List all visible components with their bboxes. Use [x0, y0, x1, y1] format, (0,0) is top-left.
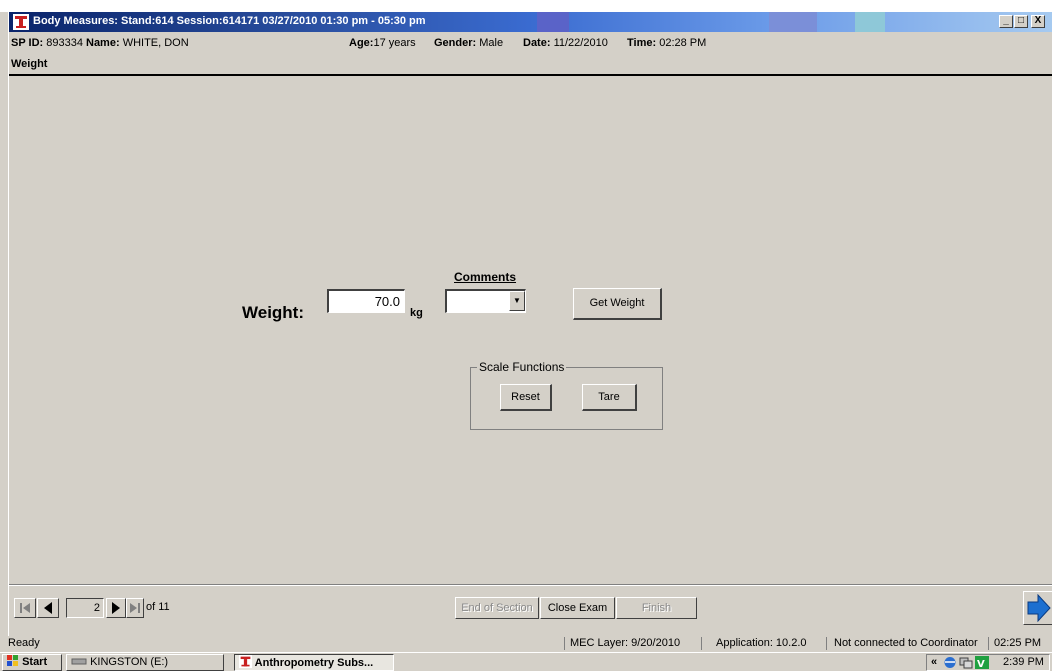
section-title: Weight: [11, 58, 48, 70]
first-page-icon: [20, 603, 30, 613]
page-number-field[interactable]: 2: [66, 598, 104, 618]
titlebar-decoration: [855, 12, 885, 32]
name-label: Name:: [86, 37, 120, 49]
status-mec-layer: MEC Layer: 9/20/2010: [570, 637, 681, 649]
tray-clock: 2:39 PM: [1003, 656, 1044, 668]
next-section-button[interactable]: [1023, 591, 1052, 625]
antivirus-icon[interactable]: V: [975, 656, 989, 669]
windows-logo-icon: [7, 655, 18, 666]
status-application: Application: 10.2.0: [716, 637, 807, 649]
first-page-button[interactable]: [14, 598, 36, 618]
weight-unit-label: kg: [410, 307, 423, 319]
date-label: Date:: [523, 37, 551, 49]
tare-button[interactable]: Tare: [582, 384, 637, 411]
title-bar[interactable]: Body Measures: Stand:614 Session:614171 …: [9, 12, 1052, 32]
system-tray: « V 2:39 PM: [926, 654, 1050, 671]
start-button[interactable]: Start: [2, 654, 62, 671]
gender-value: Male: [479, 37, 504, 49]
comments-dropdown[interactable]: ▼: [445, 289, 526, 313]
prev-page-button[interactable]: [37, 598, 59, 618]
next-page-button[interactable]: [106, 598, 126, 618]
close-exam-button[interactable]: Close Exam: [540, 597, 615, 619]
taskbar-item-label: KINGSTON (E:): [90, 656, 169, 668]
participant-info-bar: SP ID: 893334 Name: WHITE, DON Age:17 ye…: [9, 34, 1052, 52]
last-page-icon: [130, 603, 140, 613]
sp-id-label: SP ID:: [11, 37, 44, 49]
app-icon: [13, 14, 29, 30]
status-coordinator: Not connected to Coordinator: [834, 637, 978, 649]
reset-button[interactable]: Reset: [500, 384, 552, 411]
status-bar: Ready MEC Layer: 9/20/2010 Application: …: [0, 636, 1052, 652]
date-value: 11/22/2010: [553, 37, 608, 49]
section-divider: [9, 74, 1052, 76]
status-separator: [826, 637, 827, 650]
time-value: 02:28 PM: [659, 37, 707, 49]
age-label: Age:: [349, 37, 374, 49]
last-page-button[interactable]: [126, 598, 144, 618]
drive-icon: [71, 658, 87, 665]
chevron-down-icon[interactable]: ▼: [509, 291, 525, 311]
close-button[interactable]: X: [1031, 15, 1045, 28]
connection-icon[interactable]: [959, 656, 973, 669]
page-count-label: of 11: [146, 601, 170, 613]
age-value: 17 years: [373, 37, 416, 49]
maximize-button[interactable]: □: [1014, 15, 1028, 28]
right-arrow-icon: [1027, 593, 1051, 623]
comments-label: Comments: [454, 270, 517, 284]
get-weight-button[interactable]: Get Weight: [573, 288, 662, 320]
name-value: WHITE, DON: [122, 37, 189, 49]
network-icon[interactable]: [943, 656, 957, 669]
nav-divider-highlight: [9, 585, 1052, 586]
scale-functions-label: Scale Functions: [477, 360, 567, 374]
gender-label: Gender:: [434, 37, 477, 49]
end-of-section-button[interactable]: End of Section: [455, 597, 539, 619]
app-icon: [239, 655, 252, 668]
start-label: Start: [22, 656, 48, 668]
svg-text:V: V: [977, 659, 985, 669]
taskbar-item-anthropometry[interactable]: Anthropometry Subs...: [234, 654, 394, 671]
sp-id-value: 893334: [46, 37, 83, 49]
status-time: 02:25 PM: [994, 637, 1042, 649]
top-strip: [0, 0, 1052, 12]
taskbar-item-kingston[interactable]: KINGSTON (E:): [66, 654, 224, 671]
weight-label: Weight:: [242, 303, 305, 322]
titlebar-decoration: [769, 12, 817, 32]
titlebar-decoration: [537, 12, 569, 32]
taskbar-item-label: Anthropometry Subs...: [254, 657, 374, 669]
finish-button[interactable]: Finish: [616, 597, 697, 619]
taskbar: Start KINGSTON (E:) Anthropometry Subs..…: [0, 652, 1052, 671]
status-ready: Ready: [8, 637, 40, 649]
prev-page-icon: [44, 602, 52, 614]
time-label: Time:: [627, 37, 657, 49]
status-separator: [564, 637, 565, 650]
status-separator: [988, 637, 989, 650]
tray-expand-chevron[interactable]: «: [931, 656, 937, 668]
status-separator: [701, 637, 702, 650]
weight-input[interactable]: 70.0: [327, 289, 405, 313]
window-title: Body Measures: Stand:614 Session:614171 …: [33, 15, 426, 27]
minimize-button[interactable]: _: [999, 15, 1013, 28]
next-page-icon: [112, 602, 120, 614]
app-window: Body Measures: Stand:614 Session:614171 …: [8, 12, 1052, 636]
